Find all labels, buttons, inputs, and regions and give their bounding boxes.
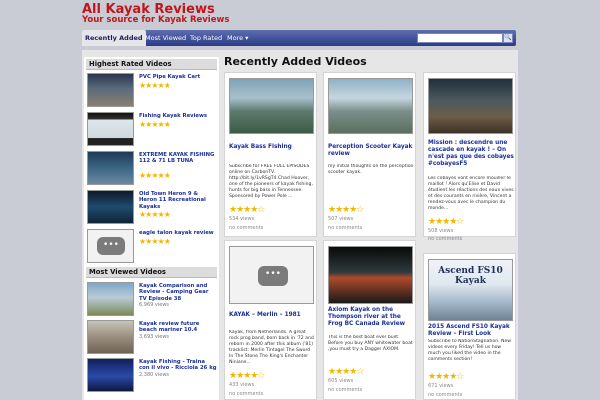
rating-stars: ★★★★★ (139, 237, 171, 246)
video-description: my initial thoughts on the perception sc… (328, 164, 414, 175)
video-title[interactable]: Kayak Comparison and Review - Camping Ge… (139, 283, 217, 302)
video-title[interactable]: Mission : descendre une cascade en kayak… (428, 140, 514, 168)
video-thumbnail[interactable] (87, 151, 134, 185)
video-thumbnail[interactable] (328, 78, 413, 134)
video-title[interactable]: PVC Pipe Kayak Cart (139, 74, 217, 80)
video-description: This is the best boat ever built. Before… (328, 335, 413, 352)
video-title[interactable]: Kayak review future beach mariner 10.4 (139, 321, 217, 334)
search-input[interactable] (417, 33, 503, 43)
rating-stars: ★★★★☆ (229, 371, 265, 381)
video-thumbnail[interactable] (87, 320, 134, 354)
sidebar-video-item[interactable]: Kayak review future beach mariner 10.4 3… (87, 320, 217, 358)
view-count: 6,969 views (139, 302, 170, 308)
video-description: Les cobayes vont encore mouiller le mail… (428, 176, 514, 211)
rating-stars: ★★★★☆ (428, 372, 464, 382)
view-count: 507 views (328, 216, 354, 222)
comment-count[interactable]: no comments (229, 225, 263, 231)
video-title[interactable]: eagle talon kayak review (139, 230, 217, 236)
sidebar-video-item[interactable]: Kayak Comparison and Review - Camping Ge… (87, 282, 217, 320)
rating-stars: ★★★★☆ (229, 205, 265, 215)
video-thumbnail[interactable] (229, 78, 314, 134)
sidebar-video-item[interactable]: ••• eagle talon kayak review ★★★★★ (87, 229, 217, 267)
video-thumbnail[interactable] (87, 282, 134, 316)
video-title[interactable]: Kayak Fishing - Traina con il vivo - Ric… (139, 359, 217, 372)
video-placeholder-icon: ••• (97, 237, 125, 255)
rating-stars: ★★★★★ (139, 171, 171, 180)
thumbnail-caption: Ascend FS10 Kayak (438, 266, 503, 286)
sidebar-video-item[interactable]: PVC Pipe Kayak Cart ★★★★★ (87, 73, 217, 111)
search-button[interactable]: 🔍 (503, 33, 513, 43)
rating-stars: ★★★★★ (139, 81, 171, 90)
video-description: Subscribe for FREE FULL EPISODES online … (229, 164, 313, 199)
nav-most-viewed[interactable]: Most Viewed (142, 30, 189, 46)
video-thumbnail[interactable]: ••• (229, 246, 314, 304)
view-count: 3,693 views (139, 334, 170, 340)
view-count: 605 views (328, 378, 354, 384)
video-thumbnail[interactable]: Ascend FS10 Kayak (428, 259, 513, 321)
video-title[interactable]: Kayak Bass Fishing (229, 144, 315, 151)
view-count: 534 views (229, 216, 255, 222)
video-card[interactable]: Mission : descendre une cascade en kayak… (423, 72, 516, 242)
rating-stars: ★★★★☆ (328, 367, 364, 377)
sidebar-video-item[interactable]: EXTREME KAYAK FISHING 112 & 71 LB TUNA ★… (87, 151, 217, 189)
video-title[interactable]: KAYAK – Merlin – 1981 (229, 312, 315, 319)
rating-stars: ★★★★★ (139, 120, 171, 129)
view-count: 671 views (428, 383, 454, 389)
video-title[interactable]: Old Town Heron 9 & Heron 11 Recreational… (139, 191, 217, 210)
comment-count[interactable]: no comments (428, 392, 462, 398)
comment-count[interactable]: no comments (428, 236, 462, 242)
video-card[interactable]: ••• KAYAK – Merlin – 1981 Kayak, from Ne… (224, 240, 317, 400)
video-title[interactable]: 2015 Ascend FS10 Kayak Review – First Lo… (428, 324, 514, 338)
nav-top-rated[interactable]: Top Rated (187, 30, 225, 46)
video-card[interactable]: Ascend FS10 Kayak 2015 Ascend FS10 Kayak… (423, 253, 516, 400)
search-icon: 🔍 (504, 34, 512, 41)
video-description: Kayak, from Netherlands. A great rock pr… (229, 330, 314, 365)
site-tagline: Your source for Kayak Reviews (82, 15, 230, 25)
view-count: 508 views (428, 228, 454, 234)
sidebar-video-item[interactable]: Old Town Heron 9 & Heron 11 Recreational… (87, 190, 217, 228)
video-card[interactable]: Perception Scooter Kayak review my initi… (323, 72, 416, 237)
video-description: Subscribe to NationStagnation. New video… (428, 339, 512, 362)
video-title[interactable]: Fishing Kayak Reviews (139, 113, 217, 119)
page-title: Recently Added Videos (224, 55, 367, 68)
view-count: 433 views (229, 382, 255, 388)
video-card[interactable]: Axiom Kayak on the Thompson river at the… (323, 240, 416, 400)
video-card[interactable]: Kayak Bass Fishing Subscribe for FREE FU… (224, 72, 317, 237)
video-thumbnail[interactable] (87, 73, 134, 107)
comment-count[interactable]: no comments (328, 225, 362, 231)
video-title[interactable]: Perception Scooter Kayak review (328, 144, 414, 158)
video-thumbnail[interactable] (428, 78, 513, 134)
highest-rated-heading: Highest Rated Videos (86, 59, 217, 70)
most-viewed-heading: Most Viewed Videos (86, 267, 217, 278)
video-thumbnail[interactable] (87, 112, 134, 146)
comment-count[interactable]: no comments (229, 391, 263, 397)
nav-recently-added[interactable]: Recently Added (82, 30, 146, 46)
video-thumbnail[interactable] (87, 190, 134, 224)
nav-more[interactable]: More ▾ (224, 30, 251, 46)
video-title[interactable]: EXTREME KAYAK FISHING 112 & 71 LB TUNA (139, 152, 217, 165)
video-thumbnail[interactable] (87, 358, 134, 392)
sidebar: Highest Rated Videos PVC Pipe Kayak Cart… (84, 57, 219, 400)
rating-stars: ★★★★☆ (428, 217, 464, 227)
video-thumbnail[interactable] (328, 246, 413, 304)
rating-stars: ★★★★☆ (328, 205, 364, 215)
sidebar-video-item[interactable]: Kayak Fishing - Traina con il vivo - Ric… (87, 358, 217, 396)
sidebar-video-item[interactable]: Fishing Kayak Reviews ★★★★★ (87, 112, 217, 150)
video-thumbnail[interactable]: ••• (87, 229, 134, 263)
comment-count[interactable]: no comments (328, 387, 362, 393)
view-count: 2,380 views (139, 372, 170, 378)
site-header: All Kayak Reviews Your source for Kayak … (0, 0, 600, 30)
video-placeholder-icon: ••• (258, 266, 288, 286)
rating-stars: ★★★★★ (139, 210, 171, 219)
video-title[interactable]: Axiom Kayak on the Thompson river at the… (328, 307, 414, 328)
